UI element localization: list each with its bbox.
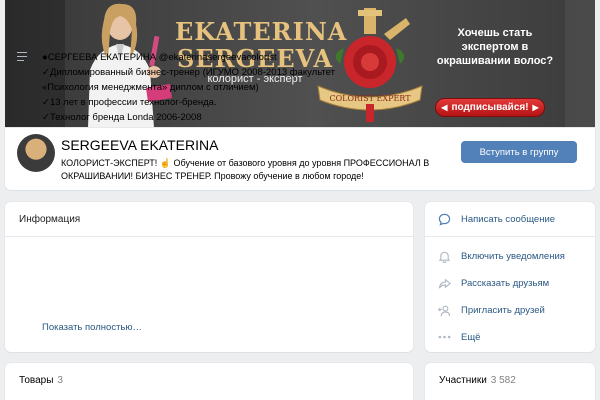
avatar[interactable] — [17, 134, 55, 172]
actions-menu: Написать сообщение Включить уведомления … — [425, 202, 595, 352]
cover-subscribe-label: подписывайся! — [451, 102, 529, 113]
enable-notifications-button[interactable]: Включить уведомления — [425, 244, 595, 268]
invite-friends-button[interactable]: Пригласить друзей — [425, 298, 595, 322]
members-heading[interactable]: Участники 3 582 — [439, 375, 516, 386]
enable-notifications-label: Включить уведомления — [461, 250, 565, 262]
invite-friends-label: Пригласить друзей — [461, 304, 545, 316]
send-message-label: Написать сообщение — [461, 213, 556, 225]
goods-label: Товары — [19, 375, 54, 386]
group-description: ●СЕРГЕЕВА ЕКАТЕРИНА @ekaterinasergeevaco… — [42, 50, 397, 125]
share-icon — [437, 276, 451, 290]
page-title: SERGEEVA EKATERINA — [61, 137, 219, 153]
cover-subscribe-button[interactable]: ◀ подписывайся! ▶ — [435, 98, 545, 117]
goods-heading[interactable]: Товары 3 — [19, 375, 63, 386]
show-more-link[interactable]: Показать полностью… — [42, 322, 142, 333]
group-header: SERGEEVA EKATERINA КОЛОРИСТ-ЭКСПЕРТ! ☝ О… — [5, 128, 595, 190]
description-line: ✓Дипломированный бизнес-тренер (ИГУМО 20… — [42, 67, 335, 78]
divider — [425, 236, 595, 237]
message-icon — [437, 212, 451, 226]
description-line: ✓Технолог бренда Londa 2006-2008 — [42, 112, 202, 123]
description-line: ●СЕРГЕЕВА ЕКАТЕРИНА @ekaterinasergeevaco… — [42, 52, 277, 63]
share-label: Рассказать друзьям — [461, 277, 550, 289]
join-group-button[interactable]: Вступить в группу — [461, 141, 577, 163]
description-line: «Психология менеджмента» диплом с отличи… — [42, 82, 259, 93]
arrow-right-icon: ▶ — [532, 103, 539, 112]
share-button[interactable]: Рассказать друзьям — [425, 271, 595, 295]
goods-card: Товары 3 — [5, 363, 413, 400]
more-button[interactable]: Ещё — [425, 325, 595, 349]
description-icon — [17, 52, 27, 64]
group-status: КОЛОРИСТ-ЭКСПЕРТ! ☝ Обучение от базового… — [61, 158, 430, 181]
members-label: Участники — [439, 375, 487, 386]
info-heading: Информация — [5, 202, 413, 237]
cover-promo-text: Хочешь стать экспертом в окрашивании вол… — [436, 27, 554, 67]
members-count: 3 582 — [490, 375, 516, 386]
invite-icon — [437, 303, 451, 317]
more-label: Ещё — [461, 331, 481, 343]
bell-icon — [437, 249, 451, 263]
description-line: ✓13 лет в профессии технолог-бренда. — [42, 97, 217, 108]
send-message-button[interactable]: Написать сообщение — [425, 207, 595, 231]
more-icon — [437, 330, 451, 344]
goods-count: 3 — [57, 375, 63, 386]
arrow-left-icon: ◀ — [441, 103, 448, 112]
members-card: Участники 3 582 — [425, 363, 595, 400]
